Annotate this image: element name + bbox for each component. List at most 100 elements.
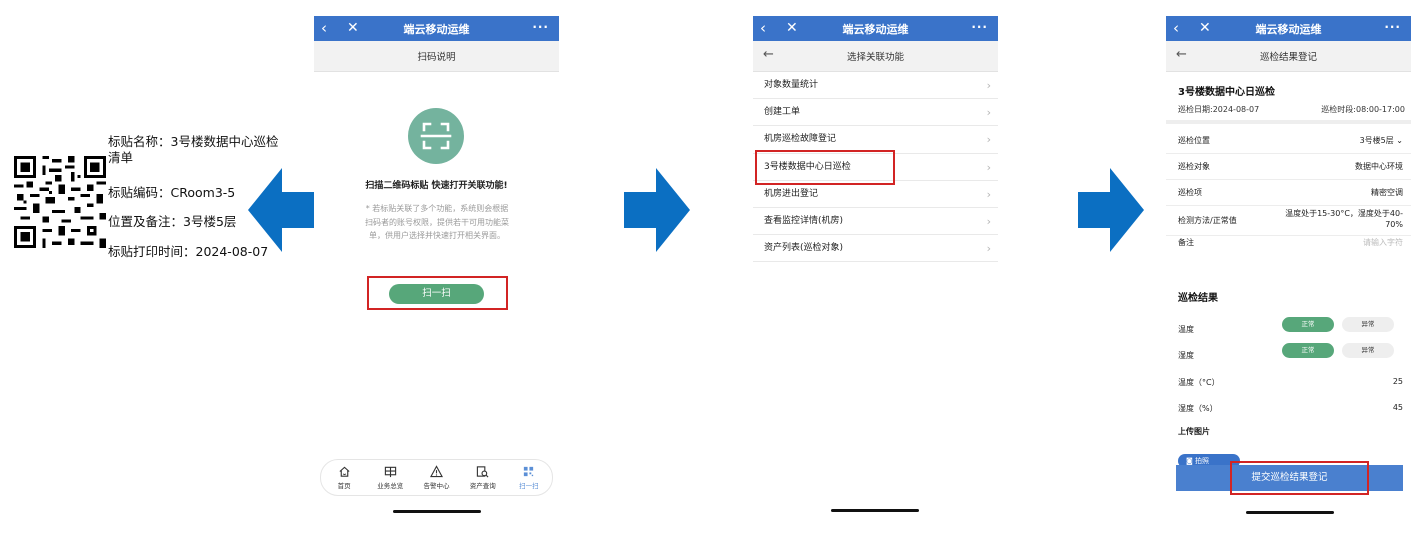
app-titlebar: ‹ ✕ 端云移动运维 ··· bbox=[314, 16, 559, 41]
temperature-reading-row[interactable]: 温度（°C） 25 bbox=[1178, 369, 1403, 395]
highlight-box bbox=[367, 276, 508, 310]
field-label: 巡检项 bbox=[1178, 188, 1202, 197]
photo-button-label: 拍照 bbox=[1195, 457, 1210, 465]
field-label: 巡检位置 bbox=[1178, 136, 1210, 145]
phone-screen-inspection-form: ‹ ✕ 端云移动运维 ··· ← 巡检结果登记 3号楼数据中心日巡检 巡检日期:… bbox=[1166, 16, 1411, 516]
app-titlebar: ‹ ✕ 端云移动运维 ··· bbox=[1166, 16, 1411, 41]
label-print-time-text: 标贴打印时间：2024-08-07 bbox=[108, 244, 269, 259]
chevron-right-icon: › bbox=[986, 187, 991, 201]
field-location[interactable]: 巡检位置 3号楼5层 ⌄ bbox=[1178, 127, 1403, 153]
page-subtitle-bar: 扫码说明 bbox=[314, 41, 559, 72]
field-label: 检测方法/正常值 bbox=[1178, 216, 1237, 225]
label-location-text: 位置及备注：3号楼5层 bbox=[108, 214, 237, 229]
result-label: 温度 bbox=[1178, 325, 1194, 334]
result-label: 湿度 bbox=[1178, 351, 1194, 360]
temperature-abnormal-button[interactable]: 异常 bbox=[1342, 317, 1394, 332]
tab-asset-search[interactable]: 资产查询 bbox=[460, 460, 506, 495]
home-indicator bbox=[393, 510, 481, 513]
chevron-right-icon: › bbox=[986, 106, 991, 120]
field-label: 巡检对象 bbox=[1178, 162, 1210, 171]
humidity-normal-button[interactable]: 正常 bbox=[1282, 343, 1334, 358]
label-name-text: 标贴名称：3号楼数据中心巡检清单 bbox=[108, 134, 279, 165]
more-icon[interactable]: ··· bbox=[532, 19, 549, 35]
humidity-abnormal-button[interactable]: 异常 bbox=[1342, 343, 1394, 358]
app-titlebar: ‹ ✕ 端云移动运维 ··· bbox=[753, 16, 998, 41]
menu-item-label: 资产列表(巡检对象) bbox=[764, 243, 844, 254]
back-icon[interactable]: ‹ bbox=[760, 18, 766, 38]
humidity-input[interactable]: 45 bbox=[1393, 403, 1403, 412]
more-icon[interactable]: ··· bbox=[1384, 19, 1401, 35]
menu-item-label: 查看监控详情(机房) bbox=[764, 215, 844, 226]
page-subtitle-bar: ← 选择关联功能 bbox=[753, 41, 998, 72]
tab-alarm[interactable]: 告警中心 bbox=[413, 460, 459, 495]
home-indicator bbox=[831, 509, 919, 512]
arrow-left-icon[interactable]: ← bbox=[1176, 47, 1187, 62]
field-item: 巡检项 精密空调 bbox=[1178, 179, 1403, 205]
humidity-label: 湿度（%） bbox=[1178, 404, 1218, 413]
temperature-label: 温度（°C） bbox=[1178, 378, 1220, 387]
warning-icon bbox=[430, 465, 443, 478]
location-select[interactable]: 3号楼5层 ⌄ bbox=[1360, 135, 1403, 146]
qr-scan-icon bbox=[524, 466, 534, 477]
phone-screen-select-function: ‹ ✕ 端云移动运维 ··· ← 选择关联功能 对象数量统计 › 创建工单 › 机房… bbox=[753, 16, 998, 516]
tab-label: 首页 bbox=[337, 482, 351, 490]
remark-input[interactable]: 请输入字符 bbox=[1363, 237, 1403, 248]
back-icon[interactable]: ‹ bbox=[1173, 18, 1179, 38]
upload-row: 上传图片 bbox=[1178, 418, 1403, 444]
right-arrow-icon bbox=[1078, 168, 1144, 252]
page-subtitle-bar: ← 巡检结果登记 bbox=[1166, 41, 1411, 72]
menu-item-label: 创建工单 bbox=[764, 107, 801, 118]
temperature-input[interactable]: 25 bbox=[1393, 377, 1403, 386]
more-icon[interactable]: ··· bbox=[971, 19, 988, 35]
temperature-normal-button[interactable]: 正常 bbox=[1282, 317, 1334, 332]
chevron-right-icon: › bbox=[986, 160, 991, 174]
label-code-text: 标贴编码：CRoom3-5 bbox=[108, 185, 236, 200]
highlight-box bbox=[755, 150, 895, 185]
chevron-right-icon: › bbox=[986, 79, 991, 92]
menu-item-object-count[interactable]: 对象数量统计 › bbox=[753, 72, 998, 100]
scan-headline: 扫描二维码标贴 快速打开关联功能! bbox=[365, 181, 508, 191]
field-object: 巡检对象 数据中心环境 bbox=[1178, 153, 1403, 179]
page-subtitle: 扫码说明 bbox=[417, 52, 456, 63]
tab-home[interactable]: 首页 bbox=[321, 460, 367, 495]
back-icon[interactable]: ‹ bbox=[321, 18, 327, 38]
right-arrow-icon bbox=[624, 168, 690, 252]
highlight-box bbox=[1230, 461, 1369, 495]
menu-item-create-ticket[interactable]: 创建工单 › bbox=[753, 99, 998, 127]
menu-item-label: 机房进出登记 bbox=[764, 188, 819, 199]
menu-item-label: 对象数量统计 bbox=[764, 80, 819, 90]
menu-item-asset-list[interactable]: 资产列表(巡检对象) › bbox=[753, 235, 998, 263]
tab-label: 扫一扫 bbox=[519, 482, 539, 490]
home-icon bbox=[339, 466, 350, 477]
page-subtitle: 选择关联功能 bbox=[846, 52, 904, 63]
close-icon[interactable]: ✕ bbox=[786, 17, 798, 39]
upload-label: 上传图片 bbox=[1178, 427, 1210, 436]
left-arrow-icon bbox=[248, 168, 314, 252]
close-icon[interactable]: ✕ bbox=[347, 17, 359, 39]
chevron-right-icon: › bbox=[986, 133, 991, 147]
field-label: 备注 bbox=[1178, 238, 1194, 247]
field-value: 数据中心环境 bbox=[1355, 162, 1403, 171]
tab-label: 告警中心 bbox=[423, 482, 450, 490]
menu-item-label: 机房巡检故障登记 bbox=[764, 134, 837, 145]
close-icon[interactable]: ✕ bbox=[1199, 17, 1211, 39]
tab-label: 业务总览 bbox=[377, 482, 404, 490]
chevron-right-icon: › bbox=[986, 242, 991, 256]
menu-item-monitor-detail[interactable]: 查看监控详情(机房) › bbox=[753, 208, 998, 236]
inspection-date: 巡检日期:2024-08-07 bbox=[1178, 105, 1260, 114]
arrow-left-icon[interactable]: ← bbox=[763, 47, 774, 62]
tab-label: 资产查询 bbox=[469, 482, 496, 490]
inspection-title: 3号楼数据中心日巡检 bbox=[1178, 87, 1275, 98]
bottom-tab-bar: 首页 业务总览 告警中心 资产查询 扫一扫 bbox=[320, 459, 553, 496]
asset-search-icon bbox=[477, 466, 489, 478]
tab-overview[interactable]: 业务总览 bbox=[367, 460, 413, 495]
field-value: 精密空调 bbox=[1371, 188, 1403, 197]
camera-icon: ◙ bbox=[1186, 457, 1196, 465]
scan-description: * 若标贴关联了多个功能，系统则会根据扫码者的账号权限，提供若干可用功能菜单，供… bbox=[365, 204, 509, 240]
grid-overview-icon bbox=[384, 466, 396, 478]
page-subtitle: 巡检结果登记 bbox=[1259, 52, 1317, 63]
qr-code-image bbox=[14, 156, 106, 248]
tab-scan[interactable]: 扫一扫 bbox=[506, 460, 552, 495]
field-remark[interactable]: 备注 请输入字符 bbox=[1178, 229, 1403, 255]
chevron-right-icon: › bbox=[986, 214, 991, 228]
